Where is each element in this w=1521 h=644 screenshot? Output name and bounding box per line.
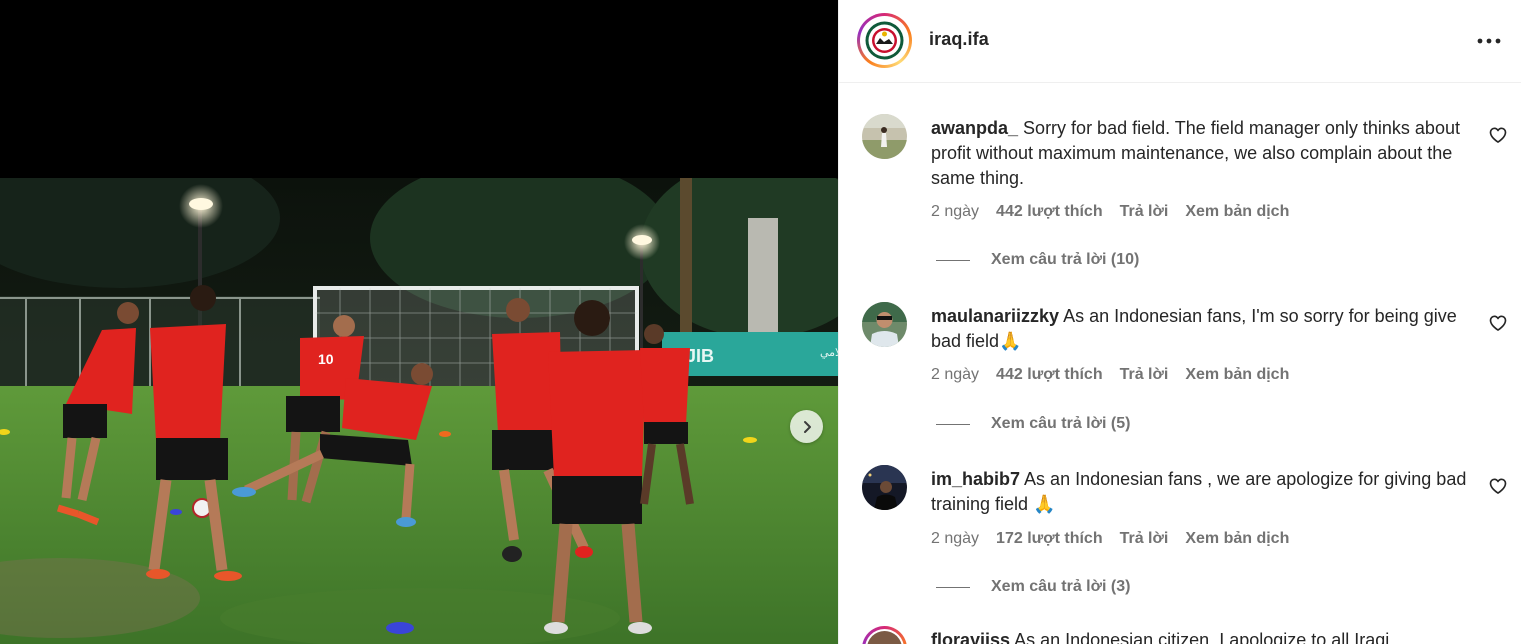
more-horizontal-icon — [1477, 38, 1501, 44]
comment-text: maulanariizzky As an Indonesian fans, I'… — [931, 304, 1471, 354]
more-options-button[interactable] — [1476, 29, 1502, 53]
comment-username[interactable]: florayjiss — [931, 630, 1010, 644]
comment-meta: 2 ngày 442 lượt thích Trả lời Xem bản dị… — [931, 203, 1289, 221]
comment-username[interactable]: awanpda_ — [931, 118, 1018, 138]
comment-meta: 2 ngày 172 lượt thích Trả lời Xem bản dị… — [931, 530, 1289, 548]
chevron-right-icon — [803, 420, 811, 433]
view-replies-button[interactable]: Xem câu trả lời (3) — [936, 578, 1130, 596]
comments-panel: iraq.ifa awanpda_ Sorry for bad field. T… — [838, 0, 1521, 644]
comment-time[interactable]: 2 ngày — [931, 366, 979, 384]
comment-text: im_habib7 As an Indonesian fans , we are… — [931, 467, 1471, 517]
heart-icon[interactable] — [1488, 476, 1508, 496]
comment-meta: 2 ngày 442 lượt thích Trả lời Xem bản dị… — [931, 366, 1289, 384]
comment-likes[interactable]: 442 lượt thích — [996, 366, 1103, 384]
comment-time[interactable]: 2 ngày — [931, 530, 979, 548]
comment-username[interactable]: maulanariizzky — [931, 306, 1059, 326]
commenter-avatar[interactable] — [862, 114, 907, 159]
commenter-avatar[interactable] — [862, 626, 907, 644]
view-replies-button[interactable]: Xem câu trả lời (5) — [936, 415, 1130, 433]
replies-divider — [936, 586, 970, 588]
iraq-fa-logo — [863, 19, 906, 62]
comment-content: As an Indonesian citizen, I apologize to… — [1014, 630, 1390, 644]
reply-button[interactable]: Trả lời — [1120, 530, 1169, 548]
comment-text: florayjiss As an Indonesian citizen, I a… — [931, 628, 1491, 644]
comment-username[interactable]: im_habib7 — [931, 469, 1020, 489]
post-photo: JIB مصرف الجنوب الإسلامي — [0, 178, 838, 644]
comment-text: awanpda_ Sorry for bad field. The field … — [931, 116, 1471, 191]
translate-button[interactable]: Xem bản dịch — [1185, 530, 1289, 548]
banner-arabic-text: مصرف الجنوب الإسلامي — [820, 346, 838, 359]
view-replies-label: Xem câu trả lời (10) — [991, 251, 1140, 268]
reply-button[interactable]: Trả lời — [1120, 366, 1169, 384]
heart-icon[interactable] — [1488, 125, 1508, 145]
comment-time[interactable]: 2 ngày — [931, 203, 979, 221]
reply-button[interactable]: Trả lời — [1120, 203, 1169, 221]
heart-icon[interactable] — [1488, 313, 1508, 333]
svg-text:10: 10 — [318, 351, 334, 367]
commenter-avatar[interactable] — [862, 302, 907, 347]
next-photo-button[interactable] — [790, 410, 823, 443]
account-avatar[interactable] — [857, 13, 912, 68]
view-replies-button[interactable]: Xem câu trả lời (10) — [936, 251, 1139, 269]
comment-likes[interactable]: 442 lượt thích — [996, 203, 1103, 221]
account-username[interactable]: iraq.ifa — [929, 29, 989, 50]
banner-text: JIB — [686, 346, 714, 366]
replies-divider — [936, 423, 970, 425]
view-replies-label: Xem câu trả lời (3) — [991, 578, 1131, 595]
view-replies-label: Xem câu trả lời (5) — [991, 415, 1131, 432]
translate-button[interactable]: Xem bản dịch — [1185, 203, 1289, 221]
translate-button[interactable]: Xem bản dịch — [1185, 366, 1289, 384]
replies-divider — [936, 259, 970, 261]
post-media: JIB مصرف الجنوب الإسلامي — [0, 0, 838, 644]
commenter-avatar[interactable] — [862, 465, 907, 510]
comment-likes[interactable]: 172 lượt thích — [996, 530, 1103, 548]
post-header: iraq.ifa — [839, 0, 1521, 83]
